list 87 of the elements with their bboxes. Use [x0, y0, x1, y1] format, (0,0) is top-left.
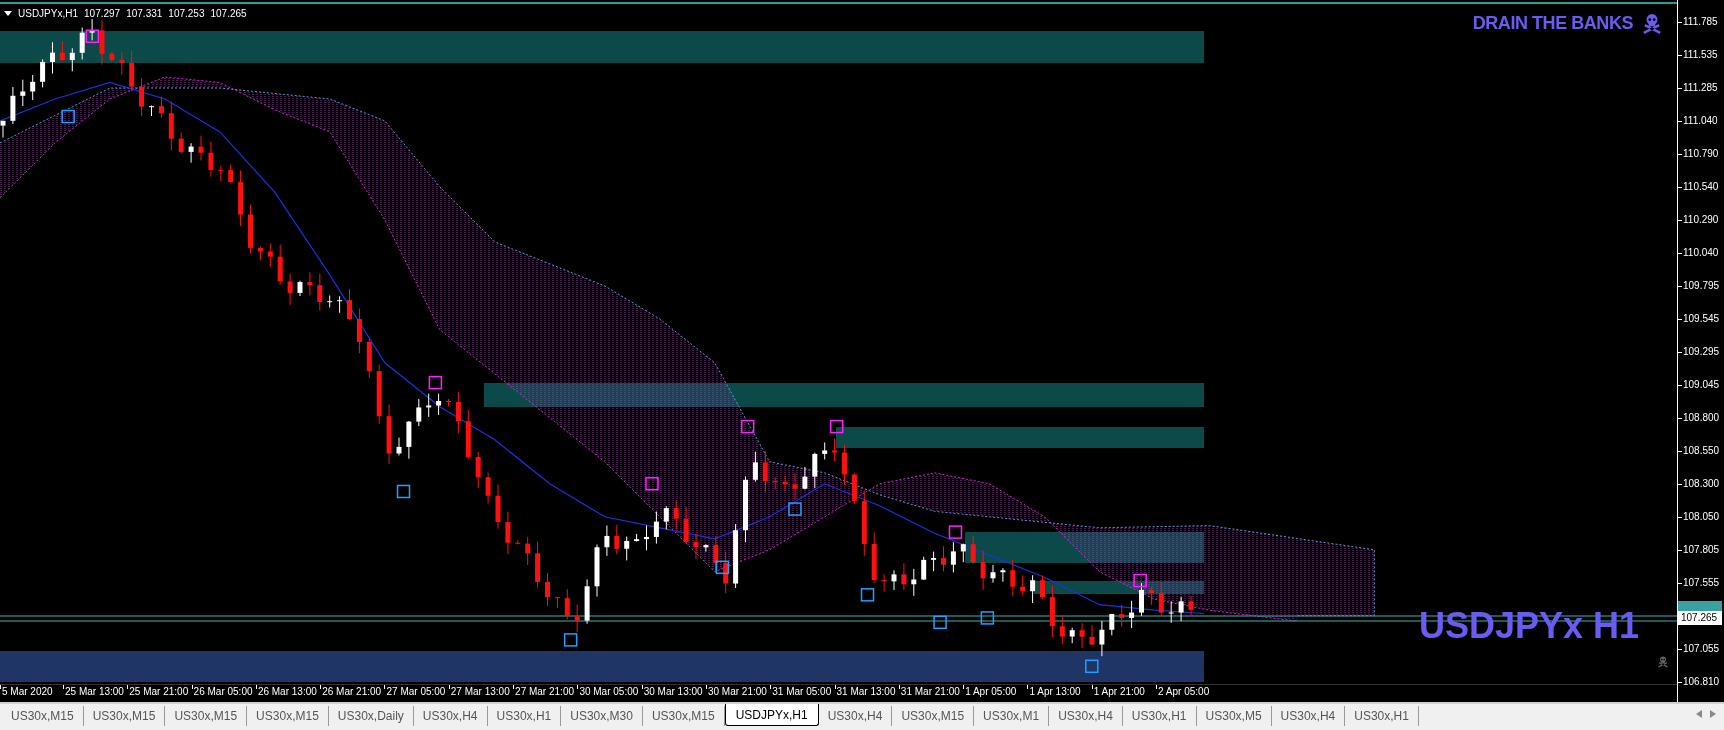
symbol-label: USDJPYx,H1	[18, 7, 78, 21]
square-marker	[1085, 659, 1099, 674]
time-axis-label: 26 Mar 21:00	[321, 685, 382, 699]
price-axis-label: 108.300	[1682, 477, 1720, 491]
price-axis-label: 111.785	[1682, 15, 1718, 29]
square-marker	[563, 633, 578, 647]
chart-tab[interactable]: US30x,Daily	[328, 706, 414, 726]
price-axis-label: 109.545	[1682, 312, 1720, 326]
chart-tab[interactable]: US30x,M15	[892, 706, 975, 726]
chart-tab[interactable]: US30x,H4	[1271, 706, 1346, 726]
banner-text: DRAIN THE BANKS	[1472, 12, 1633, 35]
time-axis-label: 26 Mar 05:00	[192, 685, 253, 699]
price-axis-label: 110.290	[1682, 213, 1719, 227]
time-axis-label: 27 Mar 13:00	[449, 685, 510, 699]
square-marker	[645, 477, 659, 491]
chart-tab[interactable]: US30x,M15	[642, 706, 725, 726]
chart-tab[interactable]: US30x,H4	[413, 706, 488, 726]
chart-tab[interactable]: US30x,H1	[1122, 706, 1197, 726]
chart-tab[interactable]: US30x,H1	[1345, 706, 1419, 726]
price-axis-label: 108.800	[1682, 411, 1720, 425]
chart-tab[interactable]: US30x,M15	[165, 706, 248, 726]
symbol-watermark: USDJPYx H1	[1418, 606, 1639, 646]
time-axis-label: 30 Mar 21:00	[706, 685, 767, 699]
chart-tab[interactable]: USDJPYx,H1	[724, 704, 819, 726]
skull-icon	[1657, 656, 1669, 668]
quote-value: 107.265	[210, 7, 247, 21]
quote-value: 107.297	[84, 7, 121, 21]
price-axis-label: 107.555	[1682, 576, 1720, 590]
dropdown-triangle-icon[interactable]	[4, 11, 12, 16]
price-axis-label: 109.295	[1682, 345, 1720, 359]
square-marker	[980, 611, 995, 625]
time-axis-label: 30 Mar 13:00	[642, 685, 703, 699]
price-axis-label: 109.795	[1682, 279, 1720, 293]
skull-icon	[1641, 12, 1663, 35]
time-axis-label: 31 Mar 21:00	[899, 685, 960, 699]
chart-tab[interactable]: US30x,M1	[974, 706, 1050, 726]
square-marker	[933, 615, 947, 630]
price-axis-label: 108.550	[1682, 444, 1720, 458]
time-axis-label: 5 Mar 2020	[1, 685, 53, 699]
price-axis-label: 110.040	[1682, 246, 1719, 260]
time-axis-label: 27 Mar 21:00	[514, 685, 574, 699]
square-marker	[61, 109, 75, 124]
price-axis-label: 110.790	[1682, 147, 1719, 161]
chart-tab[interactable]: US30x,H1	[487, 706, 562, 726]
square-marker	[1133, 573, 1147, 588]
chart-tab[interactable]: US30x,M15	[247, 706, 329, 726]
price-axis-label: 109.045	[1682, 378, 1720, 392]
square-marker	[85, 29, 100, 44]
price-axis-label: 111.040	[1682, 114, 1718, 128]
quote-value: 107.331	[126, 7, 163, 21]
square-marker	[428, 375, 443, 390]
current-price-label: 107.265	[1678, 611, 1722, 625]
time-axis-label: 26 Mar 13:00	[256, 685, 317, 699]
square-marker	[715, 560, 730, 575]
price-axis-label: 111.285	[1682, 81, 1718, 95]
square-marker	[860, 588, 875, 602]
scroll-right-icon[interactable]	[1710, 710, 1716, 718]
time-axis-label: 31 Mar 05:00	[771, 685, 832, 699]
price-axis-label: 108.050	[1682, 510, 1720, 524]
price-axis-label: 111.535	[1682, 48, 1718, 62]
time-axis-label: 27 Mar 05:00	[385, 685, 446, 699]
chart-tab[interactable]: US30x,M15	[83, 706, 166, 726]
chart-tab[interactable]: US30x,H4	[818, 706, 893, 726]
square-marker	[788, 502, 802, 516]
chart-tab[interactable]: US30x,M15	[2, 706, 84, 726]
square-marker	[948, 525, 963, 539]
price-axis-label: 107.805	[1682, 543, 1720, 557]
price-axis-label: 110.540	[1682, 180, 1719, 194]
time-axis-label: 25 Mar 21:00	[128, 685, 189, 699]
time-axis-label: 1 Apr 13:00	[1028, 685, 1081, 699]
time-axis-label: 1 Apr 21:00	[1092, 685, 1145, 699]
price-axis-label: 107.055	[1682, 642, 1720, 656]
time-axis-label: 31 Mar 13:00	[835, 685, 896, 699]
time-axis-label: 2 Apr 05:00	[1157, 685, 1210, 699]
quote-value: 107.253	[168, 7, 205, 21]
chart-tab[interactable]: US30x,M30	[561, 706, 643, 726]
time-axis-label: 1 Apr 05:00	[964, 685, 1017, 699]
chart-tab[interactable]: US30x,M5	[1196, 706, 1272, 726]
chart-tab[interactable]: US30x,H4	[1049, 706, 1123, 726]
time-axis-label: 25 Mar 13:00	[64, 685, 124, 699]
price-marker	[1678, 601, 1722, 611]
square-marker	[396, 484, 411, 499]
price-axis-label: 106.810	[1682, 675, 1720, 689]
scroll-left-icon[interactable]	[1696, 710, 1702, 718]
square-marker	[829, 419, 844, 434]
square-marker	[740, 419, 755, 434]
time-axis-label: 30 Mar 05:00	[578, 685, 639, 699]
